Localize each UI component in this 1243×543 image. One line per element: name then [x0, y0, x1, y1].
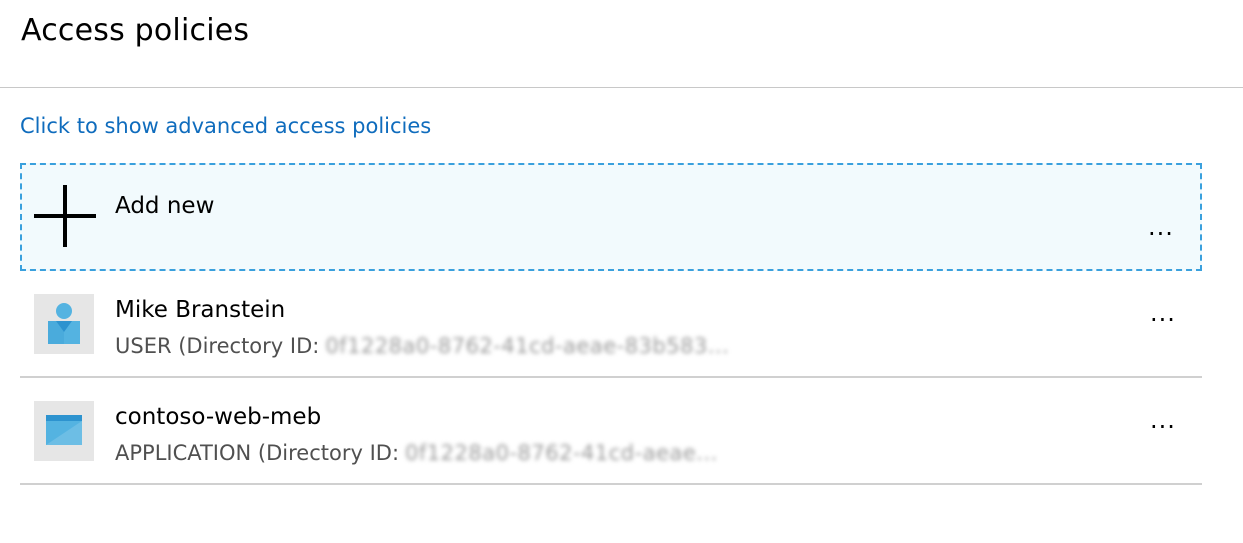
access-policy-list: Add new ... Mike Branstein USER (Directo… [20, 163, 1202, 485]
add-new-policy-button[interactable]: Add new ... [20, 163, 1202, 271]
policy-row-user[interactable]: Mike Branstein USER (Directory ID: 0f1228… [20, 271, 1202, 378]
policy-row-directory-id: 0f1228a0-8762-41cd-aeae-83b583... [325, 334, 730, 358]
user-icon [34, 294, 94, 354]
application-icon [34, 401, 94, 461]
policy-row-more-options-button[interactable]: ... [1146, 408, 1180, 432]
policy-row-more-options-button[interactable]: ... [1146, 301, 1180, 325]
add-new-label: Add new [115, 193, 215, 219]
policy-row-application[interactable]: contoso-web-meb APPLICATION (Directory I… [20, 378, 1202, 485]
page-header: Access policies [0, 0, 1243, 88]
show-advanced-policies-link[interactable]: Click to show advanced access policies [20, 114, 431, 138]
plus-icon [34, 185, 96, 247]
page-title: Access policies [21, 13, 250, 48]
policy-row-name: Mike Branstein [115, 297, 286, 323]
policy-row-type: USER (Directory ID: [115, 334, 320, 358]
add-new-more-options-button[interactable]: ... [1144, 215, 1178, 239]
policy-row-directory-id: 0f1228a0-8762-41cd-aeae... [405, 441, 718, 465]
policy-row-name: contoso-web-meb [115, 404, 322, 430]
policy-row-subtitle: USER (Directory ID: 0f1228a0-8762-41cd-ae… [115, 334, 729, 358]
policy-row-subtitle: APPLICATION (Directory ID: 0f1228a0-8762-… [115, 441, 718, 465]
policy-row-type: APPLICATION (Directory ID: [115, 441, 400, 465]
